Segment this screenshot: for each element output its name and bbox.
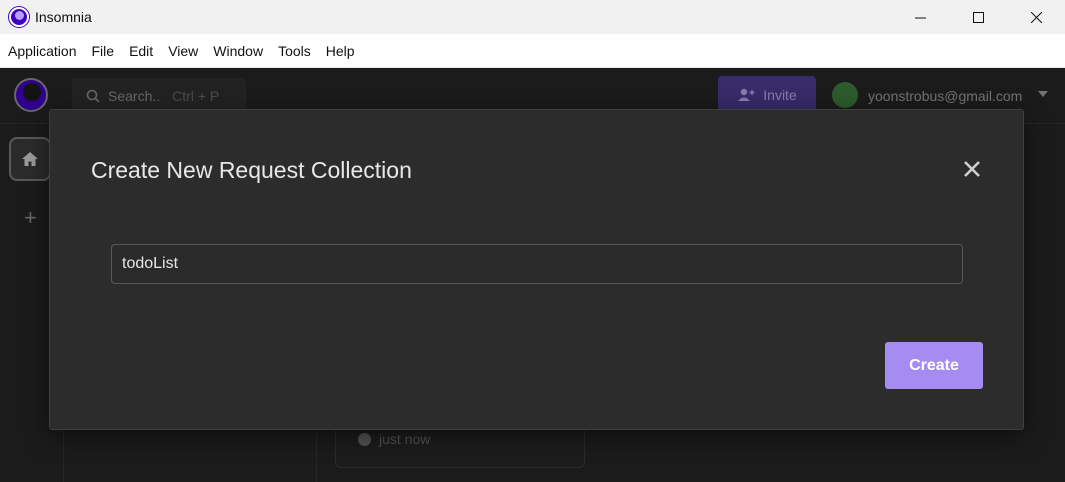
menu-window[interactable]: Window xyxy=(213,43,263,59)
menu-file[interactable]: File xyxy=(92,43,115,59)
title-bar: Insomnia xyxy=(0,0,1065,34)
modal-close-button[interactable] xyxy=(961,158,983,180)
close-icon xyxy=(1030,11,1042,23)
insomnia-logo-icon xyxy=(9,7,29,27)
close-window-button[interactable] xyxy=(1007,0,1065,34)
maximize-button[interactable] xyxy=(949,0,1007,34)
minimize-icon xyxy=(914,17,926,18)
menu-tools[interactable]: Tools xyxy=(278,43,311,59)
window-title: Insomnia xyxy=(35,9,92,25)
menu-view[interactable]: View xyxy=(168,43,198,59)
create-collection-modal: Create New Request Collection Create xyxy=(49,109,1024,430)
minimize-button[interactable] xyxy=(891,0,949,34)
menu-edit[interactable]: Edit xyxy=(129,43,153,59)
close-icon xyxy=(964,161,980,177)
menu-application[interactable]: Application xyxy=(8,43,77,59)
collection-name-input[interactable] xyxy=(111,244,963,284)
maximize-icon xyxy=(972,11,984,23)
menu-bar: Application File Edit View Window Tools … xyxy=(0,34,1065,68)
window-controls xyxy=(891,0,1065,34)
menu-help[interactable]: Help xyxy=(326,43,355,59)
modal-title: Create New Request Collection xyxy=(91,157,412,183)
create-button[interactable]: Create xyxy=(885,342,983,389)
